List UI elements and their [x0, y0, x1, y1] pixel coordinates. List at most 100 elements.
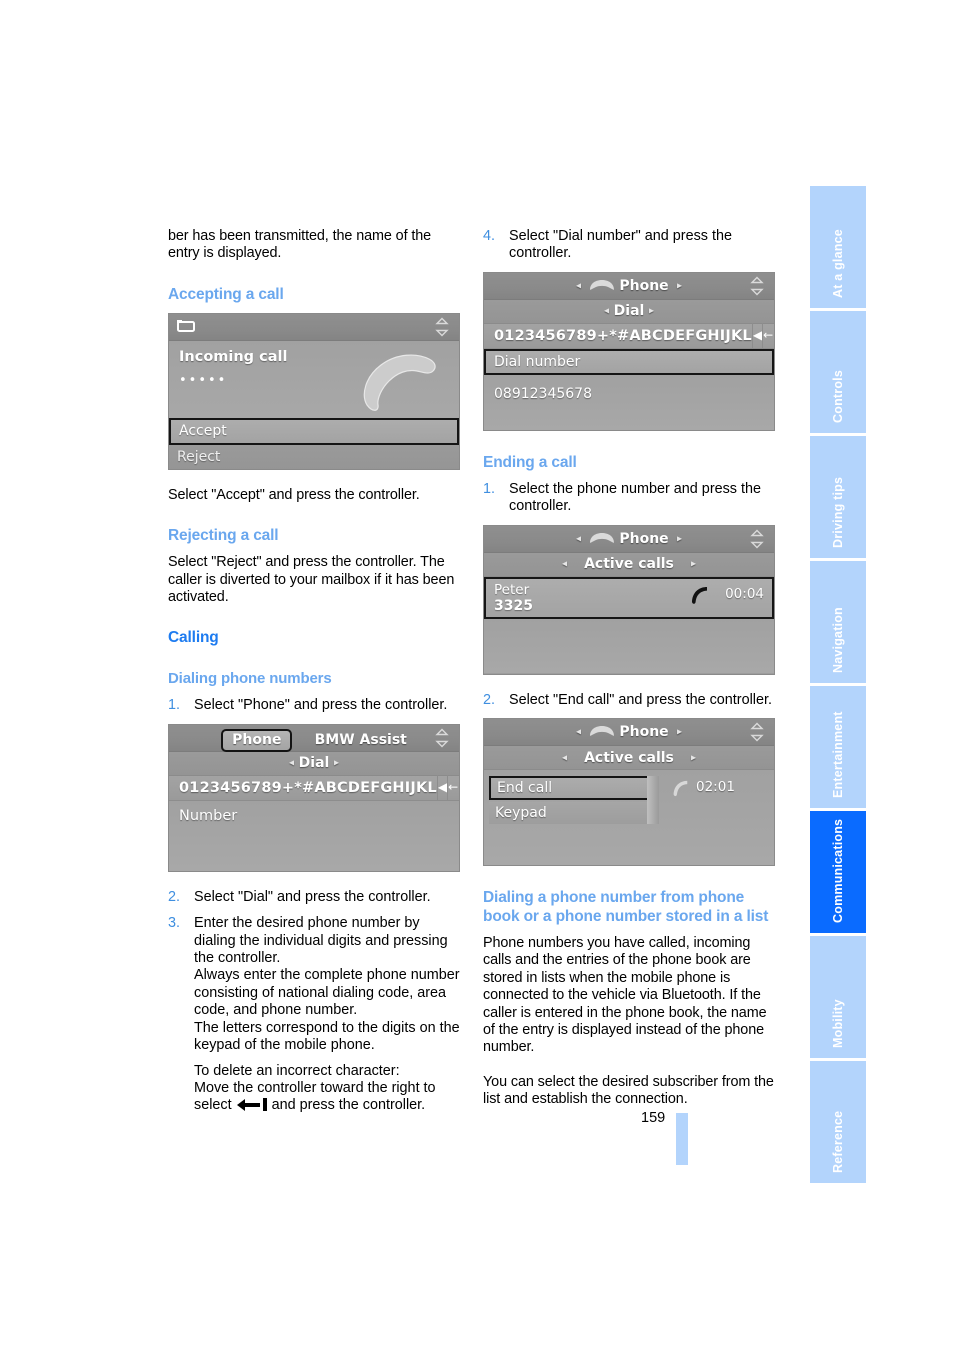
- phone-title: Phone: [619, 277, 669, 294]
- end-step-2: 2. Select "End call" and press the contr…: [483, 692, 775, 709]
- phonebook-heading-line-1: Dialing a phone number from phone: [483, 889, 745, 907]
- end-step-2-number: 2.: [483, 691, 496, 708]
- accepting-instruction: Select "Accept" and press the controller…: [168, 486, 420, 503]
- character-selector-bar[interactable]: 0123456789+*#ABCDEFGHIJKL ◀ ←⋮: [484, 323, 774, 349]
- contact-number: 3325: [494, 597, 533, 614]
- backspace-button[interactable]: ←⋮: [447, 775, 459, 801]
- incoming-call-label: Incoming call: [179, 348, 288, 365]
- keypad-label: Keypad: [495, 805, 547, 822]
- active-calls-tab-label[interactable]: ◂ Active calls ▸: [484, 750, 774, 766]
- handset-icon: [590, 726, 615, 737]
- manual-page: ber has been transmitted, the name of th…: [0, 0, 954, 1351]
- end-step-1-text: Select the phone number and press the co…: [509, 480, 762, 515]
- accept-menu-item[interactable]: Accept: [169, 417, 459, 445]
- dial-tab-label[interactable]: ◂ Dial ▸: [484, 303, 774, 319]
- tab-phone[interactable]: Phone: [221, 728, 293, 752]
- phone-header: ◂ Phone ▸: [484, 724, 774, 740]
- active-call-entry[interactable]: Peter 3325 00:04: [484, 576, 774, 619]
- side-tab-communications[interactable]: Communications: [810, 811, 866, 933]
- chevron-left-icon[interactable]: ◂: [576, 533, 581, 544]
- backspace-button[interactable]: ←⋮: [762, 323, 774, 349]
- character-string[interactable]: 0123456789+*#ABCDEFGHIJKL: [169, 780, 437, 796]
- end-step-1: 1. Select the phone number and press the…: [483, 481, 775, 516]
- step-4-number: 4.: [483, 228, 496, 244]
- screen-topbar: [169, 313, 459, 341]
- side-tab-mobility[interactable]: Mobility: [810, 936, 866, 1058]
- side-tab-label: Communications: [831, 818, 845, 923]
- chevron-left-icon[interactable]: ◂: [562, 559, 567, 570]
- chevron-right-icon[interactable]: ▸: [677, 533, 682, 544]
- step-3-paragraph-3: The letters correspond to the digits on …: [194, 1019, 460, 1054]
- chevron-right-icon[interactable]: ▸: [649, 306, 654, 317]
- step-2-number: 2.: [168, 888, 181, 905]
- chevron-left-icon[interactable]: ◂: [604, 306, 609, 317]
- end-call-label: End call: [497, 780, 553, 797]
- side-tab-label: Controls: [831, 370, 845, 423]
- end-step-1-number: 1.: [483, 480, 496, 497]
- phone-title: Phone: [619, 530, 669, 547]
- step-1-text: Select "Phone" and press the controller.: [194, 697, 448, 714]
- page-number: 159: [641, 1110, 666, 1126]
- phone-header: ◂ Phone ▸: [484, 278, 774, 294]
- character-selector-bar[interactable]: 0123456789+*#ABCDEFGHIJKL ◀ ←⋮: [169, 775, 459, 801]
- active-calls-label: Active calls: [584, 556, 674, 573]
- chevron-right-icon[interactable]: ▸: [677, 727, 682, 738]
- side-tab-at-a-glance[interactable]: At a glance: [810, 186, 866, 308]
- accept-label: Accept: [179, 423, 227, 440]
- step-1-number: 1.: [168, 697, 181, 714]
- delete-line-1: To delete an incorrect character:: [194, 1062, 400, 1079]
- step-4: 4. Select "Dial number" and press the co…: [483, 228, 775, 263]
- screen-body: 08912345678: [484, 374, 774, 430]
- chevron-left-icon[interactable]: ◂: [576, 280, 581, 291]
- chevron-left-icon[interactable]: ◂: [562, 752, 567, 763]
- reject-label: Reject: [177, 449, 221, 466]
- side-tab-navigation[interactable]: Navigation: [810, 561, 866, 683]
- call-duration: 02:01: [696, 779, 735, 796]
- side-tab-entertainment[interactable]: Entertainment: [810, 686, 866, 808]
- screenshot-bmw-assist-dial: Phone BMW Assist ◂ Dial ▸ 0123456789+*#A…: [168, 723, 460, 872]
- screen-body: [484, 618, 774, 673]
- screen-topbar: ◂ Phone ▸: [484, 719, 774, 747]
- side-tab-reference[interactable]: Reference: [810, 1061, 866, 1183]
- rejecting-instruction: Select "Reject" and press the controller…: [168, 554, 455, 606]
- number-field-label: Number: [179, 807, 238, 824]
- entered-number: 08912345678: [494, 385, 592, 402]
- chevron-right-icon[interactable]: ▸: [677, 280, 682, 291]
- dial-number-menu-item[interactable]: Dial number: [484, 348, 774, 375]
- screen-topbar: ◂ Phone ▸: [484, 272, 774, 300]
- call-duration: 00:04: [725, 585, 764, 602]
- side-tab-controls[interactable]: Controls: [810, 311, 866, 433]
- heading-rejecting-a-call: Rejecting a call: [168, 527, 279, 545]
- back-icon: [177, 319, 195, 332]
- updown-scroll-icon: [750, 276, 764, 296]
- keypad-menu-item[interactable]: Keypad: [489, 802, 657, 825]
- dial-label: Dial: [298, 755, 330, 772]
- reject-menu-item[interactable]: Reject: [169, 444, 459, 469]
- tab-bmw-assist[interactable]: BMW Assist: [315, 732, 407, 748]
- side-tab-label: At a glance: [831, 229, 845, 298]
- masked-number: •••••: [179, 372, 228, 388]
- screen-body: End call Keypad 02:01: [484, 770, 774, 866]
- delete-line-3-after: and press the controller.: [267, 1097, 426, 1114]
- side-tab-driving-tips[interactable]: Driving tips: [810, 436, 866, 558]
- chevron-left-icon[interactable]: ◂: [576, 727, 581, 738]
- end-call-menu-item[interactable]: End call: [489, 776, 657, 801]
- character-string[interactable]: 0123456789+*#ABCDEFGHIJKL: [484, 328, 752, 344]
- screen-topbar: Phone BMW Assist: [169, 724, 459, 752]
- step-1: 1. Select "Phone" and press the controll…: [168, 697, 460, 714]
- chevron-right-icon[interactable]: ▸: [691, 559, 696, 570]
- chevron-right-icon[interactable]: ▸: [334, 758, 339, 769]
- dial-tab-label[interactable]: ◂ Dial ▸: [169, 755, 459, 771]
- chevron-left-icon[interactable]: ◂: [289, 758, 294, 769]
- scrollbar[interactable]: [647, 776, 659, 825]
- active-calls-tab-label[interactable]: ◂ Active calls ▸: [484, 556, 774, 572]
- dial-label: Dial: [613, 303, 645, 320]
- shift-left-button[interactable]: ◀: [751, 323, 762, 349]
- active-calls-label: Active calls: [584, 749, 674, 766]
- screen-topbar: ◂ Phone ▸: [484, 525, 774, 553]
- heading-dialing-from-phonebook: Dialing a phone number from phone book o…: [483, 888, 775, 926]
- phonebook-heading-line-2: book or a phone number stored in a list: [483, 908, 769, 926]
- heading-calling: Calling: [168, 629, 219, 647]
- chevron-right-icon[interactable]: ▸: [691, 752, 696, 763]
- shift-left-button[interactable]: ◀: [436, 775, 447, 801]
